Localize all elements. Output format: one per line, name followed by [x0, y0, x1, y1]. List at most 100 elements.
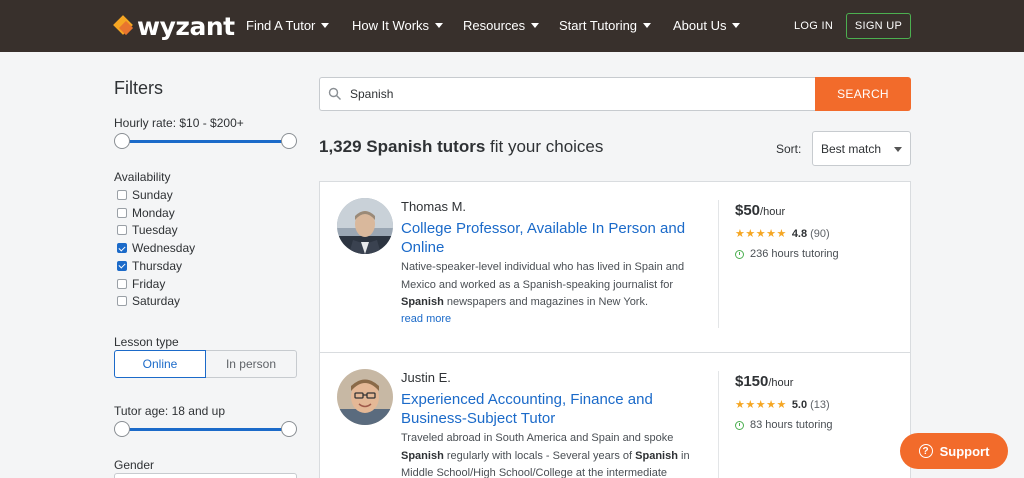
tutor-card[interactable]: Justin E. Experienced Accounting, Financ…	[319, 352, 911, 478]
hours-text: 83 hours tutoring	[750, 419, 833, 431]
slider-min-handle[interactable]	[114, 421, 130, 437]
nav-item-label: How It Works	[352, 18, 430, 33]
divider	[718, 371, 719, 478]
sort-label: Sort:	[776, 142, 802, 156]
gender-select[interactable]	[114, 473, 297, 478]
star-rating-icon: ★★★★★	[735, 228, 787, 240]
checkbox-icon[interactable]	[117, 296, 127, 307]
nav-item-label: Start Tutoring	[559, 18, 638, 33]
gender-label: Gender	[114, 458, 155, 472]
tutor-age-value: 18 and up	[171, 404, 225, 418]
top-nav: wyzant Find A Tutor How It Works Resourc…	[0, 0, 1024, 52]
tutor-name[interactable]: Thomas M.	[401, 199, 466, 214]
nav-about-us[interactable]: About Us	[673, 18, 741, 33]
description-highlight: Spanish	[401, 449, 444, 462]
checkbox-label: Wednesday	[132, 241, 196, 256]
tutor-title[interactable]: Experienced Accounting, Finance and Busi…	[401, 390, 701, 428]
nav-how-it-works[interactable]: How It Works	[352, 18, 444, 33]
checkbox-label: Thursday	[132, 258, 183, 273]
checkbox-icon[interactable]	[117, 207, 127, 218]
lesson-online-button[interactable]: Online	[114, 350, 206, 378]
hourly-rate-title: Hourly rate:	[114, 116, 177, 130]
checkbox-icon[interactable]	[117, 278, 127, 289]
star-rating-icon: ★★★★★	[735, 399, 787, 411]
lesson-type-label: Lesson type	[114, 335, 179, 349]
filters-title: Filters	[114, 78, 163, 98]
signup-button[interactable]: SIGN UP	[846, 13, 911, 39]
price-value: $50	[735, 202, 761, 219]
description-text: newspapers and magazines in New York.	[443, 296, 649, 308]
results-count: 1,329 Spanish tutors fit your choices	[319, 137, 603, 157]
hourly-rate-slider[interactable]	[114, 133, 297, 149]
description-highlight: Spanish	[635, 449, 678, 462]
read-more-link[interactable]: read more	[401, 313, 451, 325]
support-button[interactable]: ? Support	[900, 433, 1008, 469]
tutor-description: Native-speaker-level individual who has …	[401, 259, 711, 312]
rating-value: 5.0	[791, 398, 808, 411]
availability-checkbox-tuesday[interactable]: Tuesday	[117, 223, 178, 237]
hourly-rate-label: Hourly rate: $10 - $200+	[114, 116, 244, 130]
checkbox-label: Tuesday	[132, 223, 178, 238]
availability-checkbox-thursday[interactable]: Thursday	[117, 259, 182, 273]
avatar[interactable]	[337, 369, 393, 425]
description-text: Native-speaker-level individual who has …	[401, 261, 685, 291]
lesson-in-person-button[interactable]: In person	[206, 350, 297, 378]
wyzant-logo[interactable]: wyzant	[113, 11, 235, 41]
slider-max-handle[interactable]	[281, 133, 297, 149]
checkbox-label: Monday	[132, 205, 175, 220]
avatar[interactable]	[337, 198, 393, 254]
chevron-down-icon	[321, 23, 330, 28]
nav-resources[interactable]: Resources	[463, 18, 540, 33]
hours-text: 236 hours tutoring	[750, 248, 839, 260]
search-button[interactable]: SEARCH	[815, 77, 911, 111]
nav-item-label: Resources	[463, 18, 526, 33]
availability-checkbox-saturday[interactable]: Saturday	[117, 294, 180, 308]
login-link[interactable]: LOG IN	[794, 20, 833, 32]
nav-start-tutoring[interactable]: Start Tutoring	[559, 18, 652, 33]
checkbox-icon[interactable]	[117, 190, 127, 200]
sort-select[interactable]: Best match	[812, 131, 911, 166]
tutor-age-slider[interactable]	[114, 421, 297, 437]
availability-checkbox-monday[interactable]: Monday	[117, 206, 175, 220]
tutor-title[interactable]: College Professor, Available In Person a…	[401, 219, 701, 257]
rating-value: 4.8	[791, 227, 808, 240]
divider	[718, 200, 719, 328]
tutor-hours: 83 hours tutoring	[735, 419, 833, 431]
checkbox-label: Saturday	[132, 294, 181, 309]
review-count: (90)	[810, 227, 830, 240]
chevron-down-icon	[531, 23, 540, 28]
tutor-card[interactable]: Thomas M. College Professor, Available I…	[319, 181, 911, 353]
nav-item-label: Find A Tutor	[246, 18, 316, 33]
search-value: Spanish	[350, 87, 394, 101]
availability-checkbox-sunday[interactable]: Sunday	[117, 188, 173, 202]
price-unit: /hour	[768, 377, 794, 389]
tutor-rating: ★★★★★ 4.8 (90)	[735, 227, 830, 241]
chevron-down-icon	[435, 23, 444, 28]
tutor-price: $50/hour	[735, 202, 785, 219]
description-text: regularly with locals - Several years of	[443, 449, 636, 462]
price-value: $150	[735, 373, 769, 390]
sort-value: Best match	[821, 141, 882, 156]
tutor-age-label: Tutor age: 18 and up	[114, 404, 225, 418]
nav-find-a-tutor[interactable]: Find A Tutor	[246, 18, 330, 33]
tutor-price: $150/hour	[735, 373, 793, 390]
tutor-rating: ★★★★★ 5.0 (13)	[735, 398, 830, 412]
price-unit: /hour	[760, 206, 786, 218]
chevron-down-icon	[894, 147, 902, 152]
chevron-down-icon	[732, 23, 741, 28]
description-text: Traveled abroad in South America and Spa…	[401, 432, 674, 444]
logo-text: wyzant	[137, 11, 235, 41]
tutor-name[interactable]: Justin E.	[401, 370, 451, 385]
slider-max-handle[interactable]	[281, 421, 297, 437]
availability-checkbox-friday[interactable]: Friday	[117, 277, 165, 291]
slider-min-handle[interactable]	[114, 133, 130, 149]
tutor-hours: 236 hours tutoring	[735, 248, 839, 260]
checkbox-checked-icon[interactable]	[117, 243, 127, 254]
search-input[interactable]: Spanish	[319, 77, 816, 111]
checkbox-icon[interactable]	[117, 225, 127, 236]
checkbox-checked-icon[interactable]	[117, 260, 127, 271]
help-icon: ?	[918, 444, 933, 458]
support-label: Support	[939, 443, 990, 459]
availability-checkbox-wednesday[interactable]: Wednesday	[117, 241, 195, 255]
lesson-type-toggle: Online In person	[114, 350, 297, 378]
